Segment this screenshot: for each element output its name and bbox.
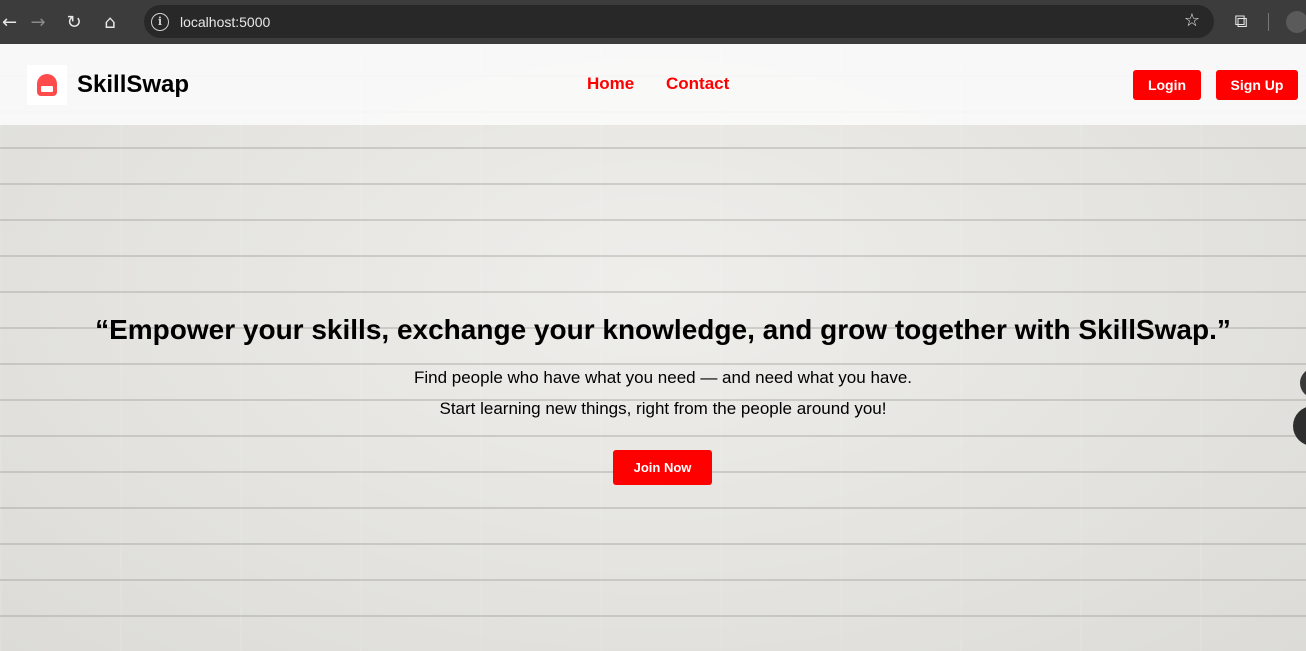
browser-toolbar: ← → ↻ ⌂ i localhost:5000 ☆ ⧉ [0, 0, 1306, 44]
hero-subtitle-line-1: Find people who have what you need — and… [413, 368, 913, 387]
login-button[interactable]: Login [1133, 70, 1201, 100]
signup-button[interactable]: Sign Up [1216, 70, 1298, 100]
url-text[interactable]: localhost:5000 [180, 14, 270, 30]
reload-icon[interactable]: ↻ [56, 0, 92, 44]
nav-link-home[interactable]: Home [587, 74, 634, 94]
home-icon[interactable]: ⌂ [92, 0, 128, 44]
brand-name[interactable]: SkillSwap [77, 71, 189, 99]
star-icon[interactable]: ☆ [1184, 10, 1200, 31]
site-navbar: SkillSwap Home Contact Login Sign Up [0, 44, 1306, 125]
logo[interactable] [27, 65, 67, 105]
page-background: SkillSwap Home Contact Login Sign Up “Em… [0, 44, 1306, 651]
back-icon[interactable]: ← [0, 0, 20, 44]
hero-subtitle-line-2: Start learning new things, right from th… [439, 399, 887, 418]
puzzle-icon[interactable]: ⧉ [1229, 8, 1253, 34]
hero-quote: “Empower your skills, exchange your know… [95, 314, 1231, 345]
forward-icon[interactable]: → [20, 0, 56, 44]
profile-avatar[interactable] [1286, 11, 1306, 33]
nav-link-contact[interactable]: Contact [666, 74, 729, 94]
toolbar-divider [1268, 13, 1269, 31]
join-now-button[interactable]: Join Now [613, 450, 712, 485]
address-bar[interactable]: i localhost:5000 ☆ [144, 5, 1214, 38]
info-icon[interactable]: i [151, 12, 169, 31]
logo-icon [37, 74, 57, 96]
